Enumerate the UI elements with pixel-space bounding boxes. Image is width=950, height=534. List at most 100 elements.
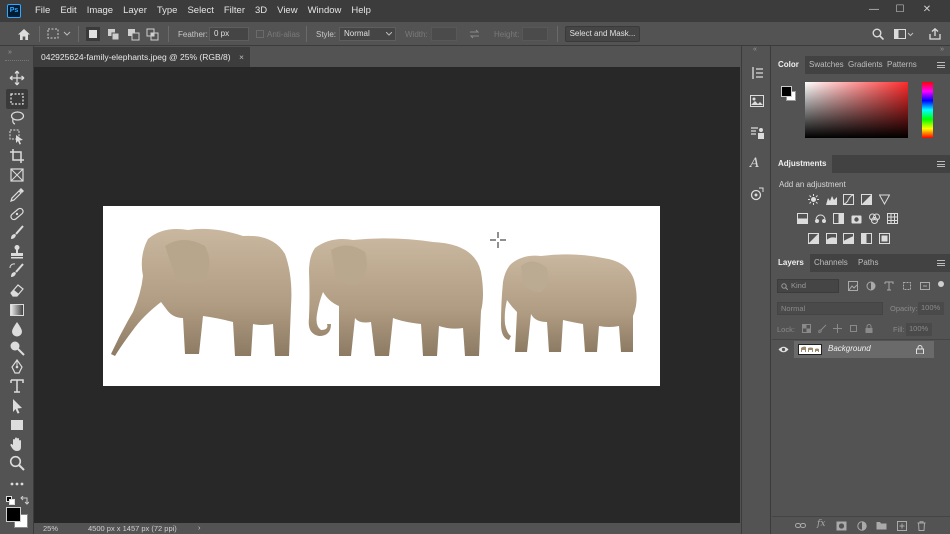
- menu-window[interactable]: Window: [303, 0, 347, 22]
- add-mask-icon[interactable]: [836, 521, 847, 531]
- tab-paths[interactable]: Paths: [852, 254, 884, 272]
- add-selection-icon[interactable]: [107, 22, 120, 46]
- menu-filter[interactable]: Filter: [219, 0, 250, 22]
- frame-icon[interactable]: [9, 167, 25, 183]
- menu-view[interactable]: View: [272, 0, 302, 22]
- new-adjustment-icon[interactable]: [857, 521, 867, 531]
- document-canvas[interactable]: [103, 206, 660, 386]
- menu-file[interactable]: File: [30, 0, 55, 22]
- menu-3d[interactable]: 3D: [250, 0, 272, 22]
- delete-layer-icon[interactable]: [917, 521, 926, 531]
- swap-colors-icon[interactable]: [20, 496, 29, 505]
- menu-type[interactable]: Type: [152, 0, 183, 22]
- layer-visibility-eye-icon[interactable]: [778, 346, 789, 353]
- color-panel-foreground-swatch[interactable]: [781, 86, 792, 97]
- lock-all-icon[interactable]: [865, 324, 873, 333]
- menu-select[interactable]: Select: [182, 0, 218, 22]
- color-panel-menu-icon[interactable]: [937, 62, 945, 68]
- more-icon[interactable]: [9, 476, 25, 492]
- opacity-input[interactable]: 100%: [918, 302, 944, 315]
- lock-transparent-icon[interactable]: [802, 324, 811, 333]
- object-select-icon[interactable]: [9, 129, 25, 145]
- posterize-icon[interactable]: [826, 233, 837, 244]
- document-tab[interactable]: 042925624-family-elephants.jpeg @ 25% (R…: [34, 47, 250, 67]
- color-lookup-icon[interactable]: [887, 213, 898, 224]
- filter-adjustment-icon[interactable]: [866, 281, 876, 291]
- pen-icon[interactable]: [9, 359, 25, 375]
- tab-adjustments[interactable]: Adjustments: [772, 155, 833, 173]
- healing-brush-icon[interactable]: [9, 206, 25, 222]
- blur-icon[interactable]: [9, 321, 25, 337]
- canvas-area[interactable]: [34, 67, 740, 523]
- color-picker-field[interactable]: [805, 82, 908, 138]
- hue-slider[interactable]: [922, 82, 933, 138]
- tab-color[interactable]: Color: [772, 56, 805, 74]
- select-and-mask-button[interactable]: Select and Mask...: [565, 26, 640, 42]
- gradient-icon[interactable]: [9, 302, 25, 318]
- status-arrow-icon[interactable]: ›: [198, 523, 201, 532]
- lock-position-icon[interactable]: [833, 324, 842, 333]
- share-icon[interactable]: [929, 22, 941, 46]
- exposure-icon[interactable]: [861, 194, 872, 205]
- workspace-icon[interactable]: [894, 22, 914, 46]
- black-white-icon[interactable]: [833, 213, 844, 224]
- adjustments-panel-menu-icon[interactable]: [937, 161, 945, 167]
- menu-image[interactable]: Image: [82, 0, 118, 22]
- layer-name[interactable]: Background: [828, 344, 871, 353]
- menu-help[interactable]: Help: [346, 0, 376, 22]
- rectangle-icon[interactable]: [9, 417, 25, 433]
- lock-pixels-icon[interactable]: [818, 324, 827, 333]
- levels-icon[interactable]: [826, 194, 837, 205]
- foreground-color-swatch[interactable]: [6, 507, 21, 522]
- home-icon[interactable]: [17, 22, 31, 46]
- filter-type-icon[interactable]: [884, 281, 894, 291]
- antialias-checkbox[interactable]: [256, 22, 264, 46]
- layer-row-background[interactable]: Background: [794, 341, 934, 358]
- close-tab-icon[interactable]: ×: [239, 47, 244, 67]
- filter-toggle-icon[interactable]: [937, 280, 945, 288]
- blend-mode-select[interactable]: Normal: [777, 302, 883, 315]
- brightness-icon[interactable]: [808, 194, 819, 205]
- hand-icon[interactable]: [9, 436, 25, 452]
- maximize-button[interactable]: ☐: [888, 0, 912, 20]
- close-window-button[interactable]: ✕: [915, 0, 939, 20]
- lasso-icon[interactable]: [9, 110, 25, 126]
- stamp-icon[interactable]: [9, 244, 25, 260]
- threshold-icon[interactable]: [843, 233, 854, 244]
- collapse-tools-icon[interactable]: »: [8, 49, 12, 56]
- history-panel-icon[interactable]: [751, 66, 764, 80]
- intersect-selection-icon[interactable]: [146, 22, 159, 46]
- new-group-icon[interactable]: [876, 521, 887, 530]
- new-selection-icon[interactable]: [86, 22, 100, 46]
- feather-input[interactable]: 0 px: [209, 27, 249, 41]
- default-colors-icon[interactable]: [6, 496, 15, 505]
- collapse-strip-icon[interactable]: «: [753, 46, 757, 53]
- gradient-map-icon[interactable]: [861, 233, 872, 244]
- tab-patterns[interactable]: Patterns: [881, 56, 923, 74]
- search-icon[interactable]: [872, 22, 884, 46]
- swap-dimensions-icon[interactable]: [469, 22, 480, 46]
- type-icon[interactable]: [9, 378, 25, 394]
- channel-mixer-icon[interactable]: [869, 213, 880, 224]
- path-select-icon[interactable]: [9, 398, 25, 414]
- new-layer-icon[interactable]: [897, 521, 907, 531]
- filter-shape-icon[interactable]: [902, 281, 912, 291]
- height-input[interactable]: [522, 27, 548, 41]
- tab-layers[interactable]: Layers: [772, 254, 810, 272]
- lock-artboard-icon[interactable]: [849, 324, 858, 333]
- zoom-icon[interactable]: [9, 455, 25, 471]
- brush-icon[interactable]: [9, 225, 25, 241]
- eraser-icon[interactable]: [9, 282, 25, 298]
- dodge-icon[interactable]: [9, 340, 25, 356]
- hue-saturation-icon[interactable]: [797, 213, 808, 224]
- curves-icon[interactable]: [843, 194, 854, 205]
- crop-icon[interactable]: [9, 148, 25, 164]
- history-brush-icon[interactable]: [9, 263, 25, 279]
- eyedropper-icon[interactable]: [9, 187, 25, 203]
- marquee-icon[interactable]: [6, 89, 28, 109]
- fill-input[interactable]: 100%: [906, 323, 932, 336]
- width-input[interactable]: [431, 27, 457, 41]
- photo-filter-icon[interactable]: [851, 213, 862, 224]
- layer-kind-filter[interactable]: Kind: [777, 279, 839, 293]
- layers-panel-menu-icon[interactable]: [937, 260, 945, 266]
